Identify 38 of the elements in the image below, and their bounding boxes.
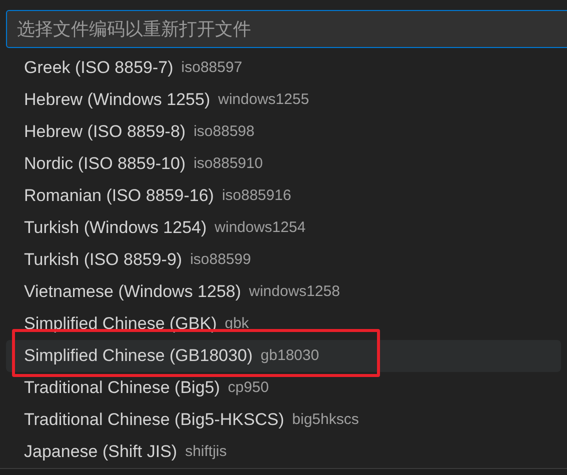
encoding-option[interactable]: Japanese (Shift JIS) shiftjis: [6, 436, 561, 468]
encoding-id: gb18030: [260, 346, 320, 366]
encoding-option[interactable]: Simplified Chinese (GB18030) gb18030: [6, 340, 561, 372]
encoding-id: iso88599: [190, 250, 251, 270]
encoding-option[interactable]: Nordic (ISO 8859-10) iso885910: [6, 148, 561, 180]
encoding-label: Turkish (Windows 1254): [24, 217, 207, 240]
encoding-label: Nordic (ISO 8859-10): [24, 153, 186, 176]
encoding-label: Vietnamese (Windows 1258): [24, 281, 242, 304]
encoding-option[interactable]: Vietnamese (Windows 1258) windows1258: [6, 276, 561, 308]
encoding-id: windows1255: [218, 90, 310, 110]
encoding-id: iso88598: [194, 122, 254, 142]
encoding-option[interactable]: Traditional Chinese (Big5-HKSCS) big5hkscs: [6, 404, 561, 436]
encoding-label: Hebrew (ISO 8859-8): [24, 121, 186, 144]
encoding-id: windows1254: [214, 218, 306, 238]
encoding-id: iso885916: [222, 186, 292, 206]
encoding-id: windows1258: [249, 282, 340, 302]
encoding-label: Traditional Chinese (Big5): [24, 377, 220, 400]
encoding-label: Simplified Chinese (GB18030): [24, 345, 253, 368]
encoding-id: shiftjis: [185, 442, 227, 462]
encoding-option[interactable]: Greek (ISO 8859-7) iso88597: [6, 52, 561, 84]
encoding-id: big5hkscs: [292, 410, 359, 430]
encoding-option[interactable]: Hebrew (Windows 1255) windows1255: [6, 84, 561, 116]
encoding-id: iso88597: [181, 58, 242, 78]
encoding-label: Japanese (Shift JIS): [24, 441, 178, 464]
search-field[interactable]: 选择文件编码以重新打开文件: [6, 10, 567, 48]
encoding-label: Traditional Chinese (Big5-HKSCS): [24, 409, 284, 432]
encoding-label: Simplified Chinese (GBK): [24, 313, 217, 336]
encoding-option[interactable]: Turkish (Windows 1254) windows1254: [6, 212, 561, 244]
encoding-label: Hebrew (Windows 1255): [24, 89, 210, 112]
encoding-option[interactable]: Romanian (ISO 8859-16) iso885916: [6, 180, 561, 212]
encoding-id: cp950: [228, 378, 269, 398]
encoding-label: Romanian (ISO 8859-16): [24, 185, 214, 208]
encoding-option[interactable]: Hebrew (ISO 8859-8) iso88598: [6, 116, 561, 148]
encoding-label: Greek (ISO 8859-7): [24, 57, 174, 80]
encoding-option[interactable]: Traditional Chinese (Big5) cp950: [6, 372, 561, 404]
encoding-id: iso885910: [194, 154, 263, 174]
encoding-label: Turkish (ISO 8859-9): [24, 249, 182, 272]
encoding-option[interactable]: Turkish (ISO 8859-9) iso88599: [6, 244, 561, 276]
